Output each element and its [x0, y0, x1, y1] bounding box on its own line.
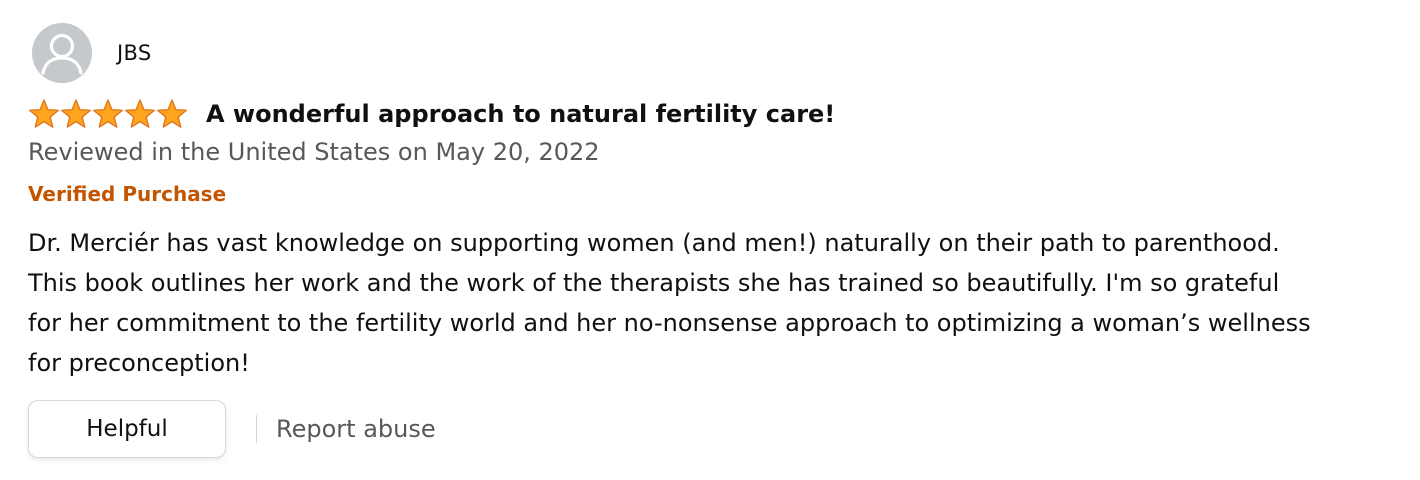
star-icon: [125, 99, 155, 128]
report-abuse-link[interactable]: Report abuse: [276, 415, 436, 443]
reviewer-name[interactable]: JBS: [117, 41, 151, 65]
review-body: Dr. Merciér has vast knowledge on suppor…: [28, 223, 1398, 383]
user-silhouette-icon: [32, 23, 92, 83]
review-actions: Helpful Report abuse: [28, 398, 436, 460]
reviewer-profile[interactable]: JBS: [32, 22, 151, 84]
verified-purchase-badge: Verified Purchase: [28, 182, 227, 206]
star-rating[interactable]: [28, 98, 188, 130]
star-icon: [61, 99, 91, 128]
customer-review: JBS A wonderful approach to natural fert…: [0, 0, 1420, 480]
star-icon: [157, 99, 187, 128]
action-divider: [256, 415, 257, 443]
avatar[interactable]: [32, 23, 92, 83]
helpful-button[interactable]: Helpful: [28, 400, 226, 458]
review-body-line: This book outlines her work and the work…: [28, 269, 1280, 297]
review-body-line: for her commitment to the fertility worl…: [28, 309, 1311, 337]
review-body-line: Dr. Merciér has vast knowledge on suppor…: [28, 229, 1280, 257]
star-icon: [29, 99, 59, 128]
review-header: A wonderful approach to natural fertilit…: [28, 96, 835, 132]
star-icon: [93, 99, 123, 128]
review-date: Reviewed in the United States on May 20,…: [28, 138, 600, 166]
review-title[interactable]: A wonderful approach to natural fertilit…: [206, 100, 835, 128]
review-body-line: for preconception!: [28, 349, 250, 377]
